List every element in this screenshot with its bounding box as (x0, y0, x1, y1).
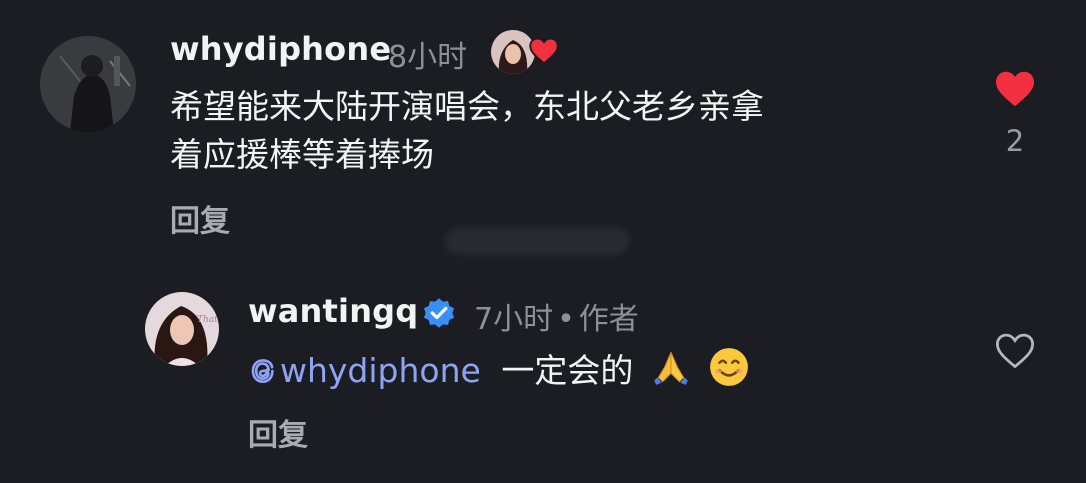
avatar[interactable]: That (145, 292, 219, 366)
timestamp-value: 7小时 (474, 302, 554, 337)
like-count: 2 (1005, 124, 1025, 158)
mention-link[interactable]: whydiphone (248, 351, 481, 390)
author-liked-heart-icon (529, 37, 559, 65)
svg-text:That: That (197, 315, 218, 325)
like-heart-icon[interactable] (994, 70, 1036, 108)
reply-button[interactable]: 回复 (248, 410, 308, 454)
folded-hands-emoji-icon (650, 346, 692, 388)
comment-text-line-2: 着应援棒等着捧场 (170, 135, 434, 174)
verified-badge-icon (421, 295, 457, 331)
watermark (445, 227, 630, 255)
comment-text-body: 一定会的 (501, 351, 634, 390)
reply-button[interactable]: 回复 (170, 196, 230, 240)
username[interactable]: whydiphone (170, 30, 391, 68)
separator-dot: • (557, 302, 575, 337)
avatar[interactable] (40, 36, 136, 132)
like-heart-outline-icon[interactable] (994, 332, 1036, 370)
comment-text: whydiphone 一定会的 (248, 346, 750, 395)
comment-thread: whydiphone 8小时 希望能来大陆开演唱会，东北父老乡亲拿 着应援棒等着… (0, 0, 1086, 483)
comment-text-line-1: 希望能来大陆开演唱会，东北父老乡亲拿 (170, 87, 764, 126)
mention-username[interactable]: whydiphone (280, 351, 481, 390)
threads-icon (248, 356, 278, 386)
timestamp: 7小时 • 作者 (474, 294, 639, 338)
username[interactable]: wantingq (248, 292, 418, 330)
timestamp: 8小时 (388, 40, 468, 75)
author-tag: 作者 (578, 302, 639, 337)
smiling-face-emoji-icon (708, 346, 750, 388)
